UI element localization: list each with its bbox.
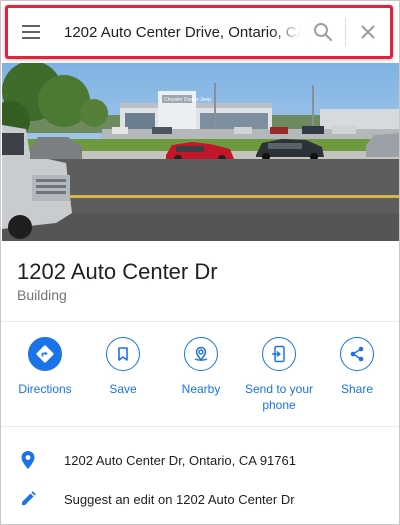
share-button[interactable]: Share (319, 337, 395, 413)
directions-button[interactable]: Directions (7, 337, 83, 413)
nearby-label: Nearby (181, 382, 221, 396)
menu-icon (22, 25, 40, 39)
suggest-edit-row[interactable]: Suggest an edit on 1202 Auto Center Dr (1, 484, 399, 514)
search-button[interactable] (301, 8, 345, 56)
address-row[interactable]: 1202 Auto Center Dr, Ontario, CA 91761 (1, 445, 399, 475)
save-button[interactable]: Save (85, 337, 161, 413)
clear-search-button[interactable] (346, 8, 390, 56)
nearby-circle (184, 337, 218, 371)
place-title: 1202 Auto Center Dr (17, 259, 218, 284)
menu-button[interactable] (8, 8, 54, 56)
directions-label: Directions (18, 382, 72, 396)
place-panel: Chrysler Dodge Jeep (0, 0, 400, 525)
directions-icon (36, 345, 54, 363)
edit-pencil-icon (22, 491, 36, 505)
send-to-phone-circle (262, 337, 296, 371)
storefront-sign: Chrysler Dodge Jeep (164, 97, 211, 103)
section-divider (1, 426, 399, 427)
nearby-button[interactable]: Nearby (163, 337, 239, 413)
search-input[interactable] (54, 23, 301, 41)
street-view-photo[interactable]: Chrysler Dodge Jeep (2, 63, 399, 241)
search-bar (5, 5, 393, 59)
send-to-phone-label: Send to your phone (244, 382, 314, 412)
save-label: Save (109, 382, 137, 396)
send-to-phone-icon (272, 345, 285, 363)
send-to-phone-button[interactable]: Send to your phone (241, 337, 317, 413)
search-icon (314, 23, 333, 42)
close-icon (361, 25, 375, 39)
directions-circle (28, 337, 62, 371)
share-label: Share (340, 382, 374, 396)
section-divider (1, 321, 399, 322)
place-category: Building (17, 287, 67, 303)
suggest-edit-text: Suggest an edit on 1202 Auto Center Dr (64, 491, 295, 507)
save-circle (106, 337, 140, 371)
nearby-icon (194, 346, 208, 362)
action-buttons: Directions Save Nearby Send to your phon… (7, 337, 395, 413)
location-pin-icon (21, 451, 35, 469)
share-icon (350, 346, 364, 362)
bookmark-icon (118, 347, 128, 361)
share-circle (340, 337, 374, 371)
address-text: 1202 Auto Center Dr, Ontario, CA 91761 (64, 452, 296, 468)
